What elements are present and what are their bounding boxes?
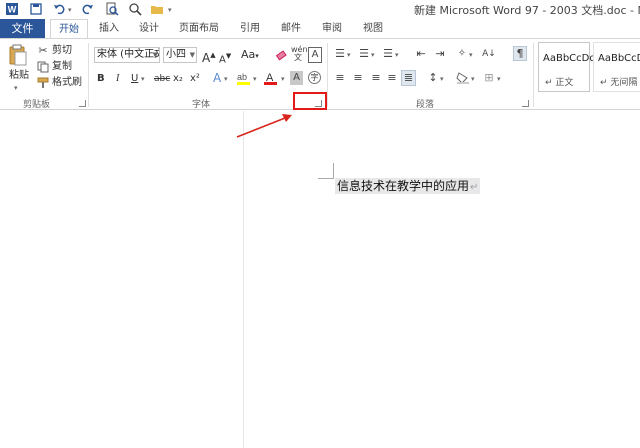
callout-arrow <box>236 114 292 138</box>
